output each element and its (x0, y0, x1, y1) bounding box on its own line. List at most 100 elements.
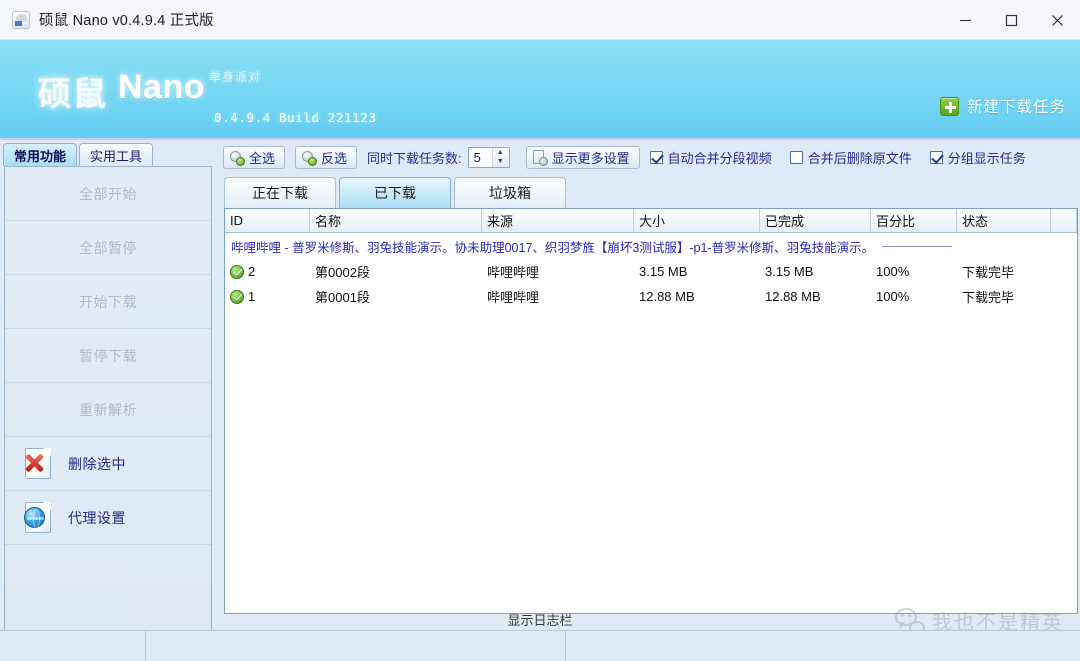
window-controls (942, 0, 1080, 40)
stepper-up-icon[interactable]: ▲ (493, 148, 508, 158)
minimize-button[interactable] (942, 0, 988, 40)
checkbox-group-tasks-label: 分组显示任务 (947, 150, 1026, 166)
sidebar-tab-tools-label: 实用工具 (90, 148, 143, 164)
logo-chinese: 硕鼠 (38, 75, 108, 112)
row-completed: 3.15 MB (765, 264, 814, 279)
row-id-cell: 1 (225, 284, 310, 309)
select-all-button[interactable]: 全选 (223, 145, 286, 169)
checkbox-group-tasks[interactable]: 分组显示任务 (929, 148, 1026, 167)
gear-refresh-icon (301, 150, 318, 166)
checkbox-delete-after-merge[interactable]: 合并后删除原文件 (789, 148, 912, 167)
row-status: 下载完毕 (962, 265, 1015, 280)
column-header-name[interactable]: 名称 (310, 209, 482, 233)
globe-icon (23, 501, 56, 534)
download-table: ID 名称 来源 大小 已完成 百分比 状态 哔哩哔哩 - 普罗米修斯、羽兔技能… (224, 208, 1078, 614)
sidebar-item-pause-all-label: 全部暂停 (79, 239, 137, 256)
status-cell-1 (0, 631, 146, 661)
main-tabs: 正在下载 已下载 垃圾箱 (217, 174, 1080, 208)
checkbox-delete-after-merge-box[interactable] (789, 150, 803, 164)
concurrent-downloads-value: 5 (473, 149, 481, 165)
status-cell-2 (146, 631, 566, 661)
sidebar-item-pause-download-label: 暂停下载 (79, 347, 137, 364)
stepper-arrows[interactable]: ▲ ▼ (491, 147, 508, 167)
close-button[interactable] (1034, 0, 1080, 40)
sidebar-tab-common[interactable]: 常用功能 (3, 143, 78, 166)
column-header-completed[interactable]: 已完成 (760, 209, 871, 233)
show-log-link[interactable]: 显示日志栏 (507, 610, 572, 629)
tab-recycle-bin[interactable]: 垃圾箱 (454, 177, 566, 208)
column-header-id[interactable]: ID (225, 209, 310, 233)
download-complete-icon (230, 289, 244, 304)
app-body: 常用功能 实用工具 全部开始 全部暂停 开始下载 暂停下载 重新解析 删除选中 … (0, 140, 1080, 661)
sidebar-item-start-all-label: 全部开始 (79, 185, 137, 202)
concurrent-downloads-stepper[interactable]: 5 ▲ ▼ (467, 146, 510, 168)
column-header-status[interactable]: 状态 (957, 209, 1051, 233)
window-title: 硕鼠 Nano v0.4.9.4 正式版 (39, 13, 214, 29)
sidebar-item-pause-all[interactable]: 全部暂停 (5, 221, 211, 275)
row-size: 12.88 MB (639, 289, 695, 304)
more-settings-label: 显示更多设置 (551, 150, 630, 166)
download-complete-icon (230, 264, 244, 279)
sidebar-item-proxy-settings[interactable]: 代理设置 (5, 491, 211, 545)
new-download-task-button[interactable]: 新建下载任务 (939, 95, 1066, 117)
sidebar-item-delete-selected[interactable]: 删除选中 (5, 437, 211, 491)
version-build: 0.4.9.4 Build 221123 (214, 110, 377, 125)
column-header-source[interactable]: 来源 (482, 209, 634, 233)
tab-downloading[interactable]: 正在下载 (224, 177, 336, 208)
invert-selection-button[interactable]: 反选 (295, 145, 358, 169)
row-name: 第0002段 (315, 265, 370, 280)
sidebar-item-proxy-settings-label: 代理设置 (68, 509, 126, 526)
maximize-button[interactable] (988, 0, 1034, 40)
sidebar: 常用功能 实用工具 全部开始 全部暂停 开始下载 暂停下载 重新解析 删除选中 … (0, 140, 215, 661)
column-header-percent[interactable]: 百分比 (871, 209, 957, 233)
sidebar-tabs: 常用功能 实用工具 (0, 140, 215, 166)
sidebar-item-delete-selected-label: 删除选中 (68, 455, 126, 472)
sidebar-tab-tools[interactable]: 实用工具 (79, 143, 154, 166)
status-cell-3 (566, 631, 1080, 661)
column-header-spacer[interactable] (1051, 209, 1077, 233)
settings-doc-icon (532, 149, 548, 166)
row-source: 哔哩哔哩 (487, 265, 540, 280)
gear-add-icon (229, 150, 245, 166)
sidebar-panel: 全部开始 全部暂停 开始下载 暂停下载 重新解析 删除选中 代理设置 (4, 166, 212, 644)
table-group-header[interactable]: 哔哩哔哩 - 普罗米修斯、羽兔技能演示。协未助理0017、织羽梦旌【崩坏3测试服… (225, 233, 1077, 259)
checkbox-auto-merge-label: 自动合并分段视频 (667, 150, 772, 166)
checkbox-delete-after-merge-label: 合并后删除原文件 (807, 150, 912, 166)
sidebar-item-reparse[interactable]: 重新解析 (5, 383, 211, 437)
tab-recycle-bin-label: 垃圾箱 (489, 185, 531, 201)
sidebar-tab-common-label: 常用功能 (14, 148, 67, 164)
select-all-label: 全选 (249, 150, 276, 166)
checkbox-group-tasks-box[interactable] (929, 150, 943, 164)
tab-downloaded[interactable]: 已下载 (339, 177, 451, 208)
row-source: 哔哩哔哩 (487, 290, 540, 305)
table-row[interactable]: 1 第0001段 哔哩哔哩 12.88 MB 12.88 MB 100% 下载完… (225, 284, 1077, 309)
sidebar-item-start-all[interactable]: 全部开始 (5, 167, 211, 221)
logo-tagline: 单身派对 (209, 70, 262, 84)
app-banner: 硕鼠 Nano 单身派对 0.4.9.4 Build 221123 新建下载任务 (0, 40, 1080, 140)
table-group-title: 哔哩哔哩 - 普罗米修斯、羽兔技能演示。协未助理0017、织羽梦旌【崩坏3测试服… (231, 240, 875, 255)
table-row[interactable]: 2 第0002段 哔哩哔哩 3.15 MB 3.15 MB 100% 下载完毕 (225, 259, 1077, 284)
checkbox-auto-merge[interactable]: 自动合并分段视频 (649, 148, 772, 167)
stepper-down-icon[interactable]: ▼ (493, 157, 508, 167)
sidebar-item-start-download[interactable]: 开始下载 (5, 275, 211, 329)
row-id: 1 (248, 289, 256, 304)
new-download-task-label: 新建下载任务 (966, 99, 1066, 116)
checkbox-auto-merge-box[interactable] (649, 150, 663, 164)
main-content: 全选 反选 同时下载任务数: 5 ▲ ▼ 显示更多设置 自动合并分段视频 合并后… (215, 140, 1080, 661)
toolbar: 全选 反选 同时下载任务数: 5 ▲ ▼ 显示更多设置 自动合并分段视频 合并后… (217, 140, 1080, 174)
row-percent: 100% (876, 264, 910, 279)
row-id-cell: 2 (225, 259, 310, 284)
group-divider-line (882, 245, 953, 247)
title-bar: 硕鼠 Nano v0.4.9.4 正式版 (0, 0, 1080, 40)
status-bar (0, 630, 1080, 661)
row-percent: 100% (876, 289, 910, 304)
concurrent-downloads-label: 同时下载任务数: (367, 150, 462, 166)
more-settings-button[interactable]: 显示更多设置 (525, 145, 640, 169)
logo-english: Nano (118, 68, 205, 106)
app-icon (12, 10, 30, 29)
row-id: 2 (248, 264, 256, 279)
invert-selection-label: 反选 (321, 150, 348, 166)
row-name: 第0001段 (315, 290, 370, 305)
sidebar-item-pause-download[interactable]: 暂停下载 (5, 329, 211, 383)
column-header-size[interactable]: 大小 (634, 209, 760, 233)
